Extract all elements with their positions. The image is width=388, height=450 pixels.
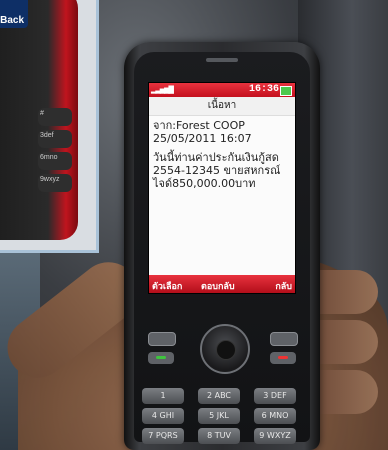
navigation-dpad[interactable]: [200, 324, 250, 374]
key-9[interactable]: 9 WXYZ: [254, 428, 296, 444]
clock: 16:36: [248, 84, 279, 95]
status-bar: ▂▃▅▆█ 16:36: [149, 83, 295, 97]
softkey-reply[interactable]: ตอบกลับ: [201, 279, 235, 293]
inset-key: 3def: [38, 130, 72, 148]
phone-screen: ▂▃▅▆█ 16:36 เนื้อหา จาก:Forest COOP 25/0…: [148, 82, 296, 294]
inset-key: 6mno: [38, 152, 72, 170]
inset-photo: Back # 3def 6mno 9wxyz: [0, 0, 99, 253]
inset-key: #: [38, 108, 72, 126]
message-body: จาก:Forest COOP 25/05/2011 16:07 วันนี้ท…: [153, 119, 289, 190]
message-from: จาก:Forest COOP: [153, 119, 245, 132]
key-3[interactable]: 3 DEF: [254, 388, 296, 404]
message-line: ไจด์850,000.00บาท: [153, 177, 256, 190]
key-8[interactable]: 8 TUV: [198, 428, 240, 444]
softkey-options[interactable]: ตัวเลือก: [152, 279, 182, 293]
softkey-back[interactable]: กลับ: [275, 279, 292, 293]
photo-background: Back # 3def 6mno 9wxyz ▂▃▅▆█ 16:36 เนื้อ: [0, 0, 388, 450]
inset-key: 9wxyz: [38, 174, 72, 192]
earpiece: [206, 58, 238, 62]
signal-icon: ▂▃▅▆█: [151, 86, 174, 94]
right-softkey-button[interactable]: [270, 332, 298, 346]
key-6[interactable]: 6 MNO: [254, 408, 296, 424]
end-call-button[interactable]: [270, 352, 296, 364]
softkey-bar: ตัวเลือก ตอบกลับ กลับ: [149, 275, 295, 293]
left-softkey-button[interactable]: [148, 332, 176, 346]
message-line: วันนี้ท่านค่าประกันเงินกู้สด: [153, 151, 279, 164]
mobile-phone: ▂▃▅▆█ 16:36 เนื้อหา จาก:Forest COOP 25/0…: [124, 42, 320, 450]
red-phone-screen: Back: [0, 0, 28, 28]
message-line: 2554-12345 ขายสหกรณ์: [153, 164, 281, 177]
key-2[interactable]: 2 ABC: [198, 388, 240, 404]
back-label: Back: [0, 15, 24, 26]
phone-face: ▂▃▅▆█ 16:36 เนื้อหา จาก:Forest COOP 25/0…: [134, 52, 310, 444]
key-7[interactable]: 7 PQRS: [142, 428, 184, 444]
message-datetime: 25/05/2011 16:07: [153, 132, 252, 145]
call-button[interactable]: [148, 352, 174, 364]
key-1[interactable]: 1: [142, 388, 184, 404]
red-phone: Back # 3def 6mno 9wxyz: [0, 0, 78, 240]
screen-title: เนื้อหา: [149, 97, 295, 116]
battery-icon: [280, 86, 292, 96]
key-4[interactable]: 4 GHI: [142, 408, 184, 424]
key-5[interactable]: 5 JKL: [198, 408, 240, 424]
dpad-select-button[interactable]: [216, 340, 236, 360]
